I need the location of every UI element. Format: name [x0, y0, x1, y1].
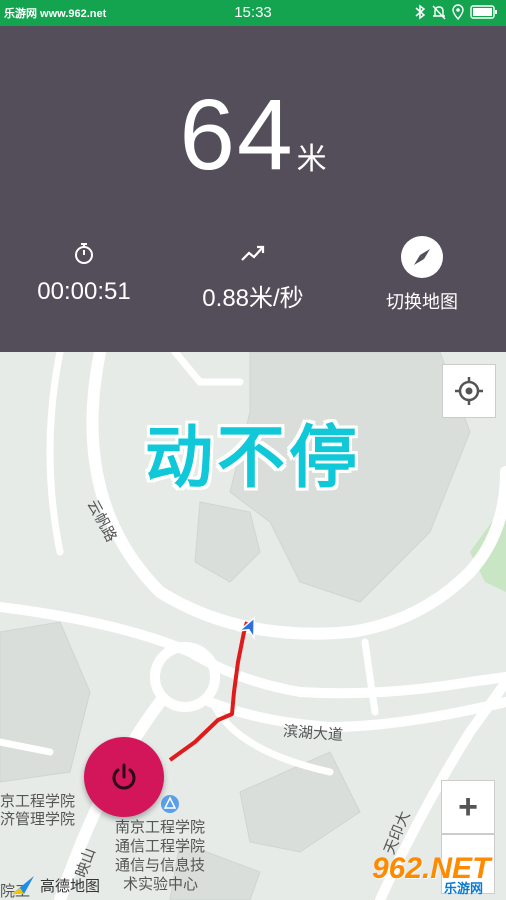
stop-button[interactable] — [84, 737, 164, 817]
power-icon — [112, 763, 136, 790]
tracker-panel: 64米 00:00:51 0.88米/秒 切换地图 — [0, 26, 506, 352]
watermark-text: 动不停 — [144, 420, 361, 496]
speed-value: 0.88米/秒 — [202, 285, 304, 312]
speed-stat: 0.88米/秒 — [169, 238, 337, 313]
amap-attribution-text: 高德地图 — [40, 877, 101, 895]
bluetooth-icon — [415, 4, 426, 20]
locate-button[interactable] — [442, 364, 496, 418]
elapsed-time: 00:00:51 — [37, 278, 131, 305]
poi-center-line1: 南京工程学院 — [115, 819, 206, 836]
site-logo: 962.NET 乐游网 — [368, 852, 500, 896]
poi-center-line2: 通信工程学院 — [115, 838, 206, 855]
status-bar: 乐游网 www.962.net 15:33 — [0, 0, 506, 26]
poi-left-bottom: 济管理学院 — [0, 811, 76, 828]
compass-icon — [401, 236, 443, 278]
site-logo-sub: 乐游网 — [444, 881, 484, 896]
zoom-in-button[interactable]: + — [441, 780, 495, 834]
amap-logo-icon — [12, 876, 34, 894]
map-view[interactable]: 动不停 云帆路 滨湖大道 天印大 映山 京工程学院 济管理学院 南京工程学院 通… — [0, 352, 506, 900]
elapsed-time-stat: 00:00:51 — [0, 238, 168, 306]
trend-up-icon — [169, 238, 337, 268]
switch-map-label: 切换地图 — [386, 292, 458, 312]
poi-center-line3: 通信与信息技 — [115, 857, 206, 874]
poi-left-top: 京工程学院 — [0, 793, 76, 810]
location-icon — [452, 4, 464, 20]
road-label-binhu: 滨湖大道 — [282, 722, 344, 745]
amap-attribution: 高德地图 — [10, 874, 100, 896]
switch-map-button[interactable]: 切换地图 — [338, 236, 506, 314]
status-icons — [414, 4, 498, 20]
poi-center-line4: 术实验中心 — [123, 876, 199, 893]
stopwatch-icon — [0, 238, 168, 268]
bell-muted-icon — [432, 5, 446, 20]
distance-unit: 米 — [296, 143, 327, 176]
crosshair-icon — [455, 377, 483, 405]
distance-display: 64米 — [0, 78, 506, 193]
battery-icon — [470, 5, 497, 19]
distance-value: 64 — [179, 79, 295, 191]
